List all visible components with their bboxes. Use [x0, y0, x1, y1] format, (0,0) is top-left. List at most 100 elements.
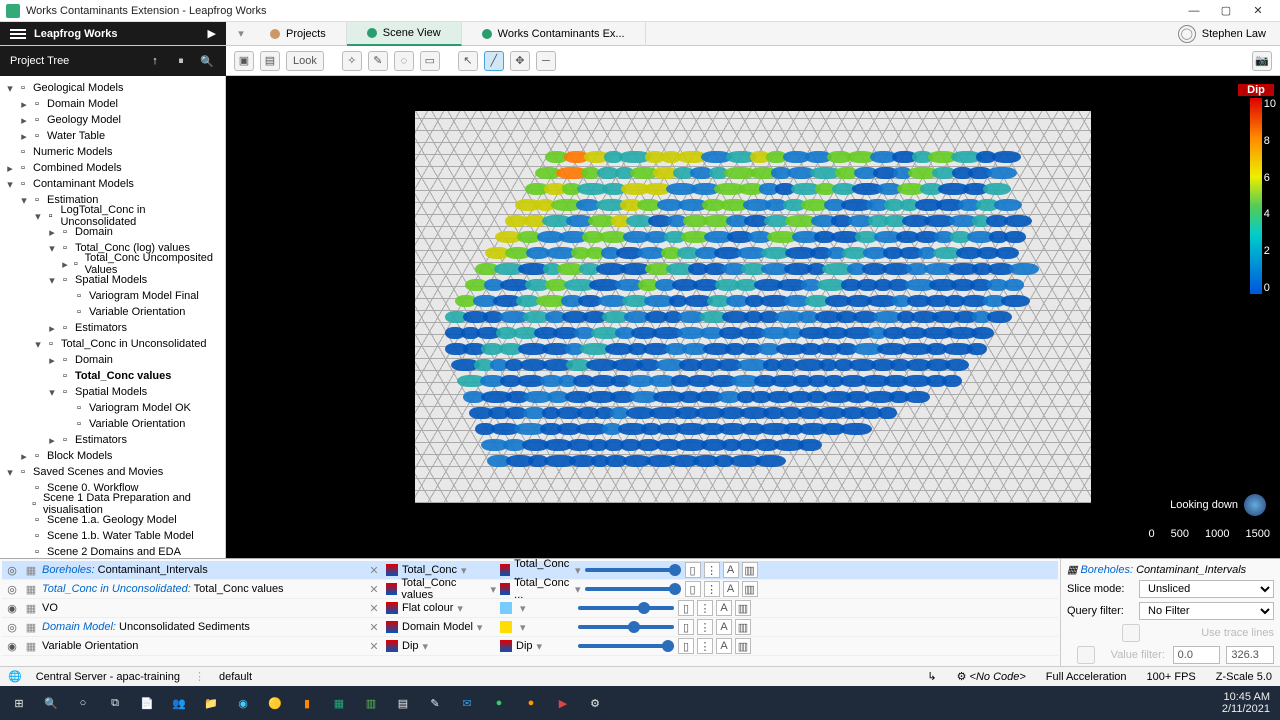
tree-node[interactable]: ▫Total_Conc values — [0, 368, 225, 384]
remove-layer-icon[interactable]: ✕ — [366, 602, 382, 615]
visibility-icon[interactable]: ◉ — [4, 640, 20, 653]
op3-icon[interactable]: A — [716, 600, 732, 616]
op4-icon[interactable]: ▥ — [735, 619, 751, 635]
tree-node[interactable]: ▸▫Water Table — [0, 128, 225, 144]
camera-icon[interactable]: 📷 — [1252, 51, 1272, 71]
arrow-icon[interactable]: ↖ — [458, 51, 478, 71]
op1-icon[interactable]: ▯ — [678, 638, 694, 654]
tree-node[interactable]: ▫Scene 1.b. Water Table Model — [0, 528, 225, 544]
tb-edge-icon[interactable]: ◉ — [228, 689, 258, 717]
op3-icon[interactable]: A — [723, 581, 739, 597]
tree-node[interactable]: ▫Numeric Models — [0, 144, 225, 160]
tb-app4-icon[interactable]: ▤ — [388, 689, 418, 717]
search-icon[interactable]: 🔍 — [198, 52, 216, 70]
tree-node[interactable]: ▾▫LogTotal_Conc in Unconsolidated — [0, 208, 225, 224]
visibility-icon[interactable]: ◉ — [4, 602, 20, 615]
tb-app1-icon[interactable]: 📄 — [132, 689, 162, 717]
status-zscale[interactable]: Z-Scale 5.0 — [1216, 671, 1272, 683]
chevron-down-icon[interactable]: ▾ — [232, 27, 250, 40]
op1-icon[interactable]: ▯ — [678, 619, 694, 635]
taskbar-clock[interactable]: 10:45 AM2/11/2021 — [1222, 691, 1276, 715]
tb-app2-icon[interactable]: ▮ — [292, 689, 322, 717]
tree-node[interactable]: ▸▫Estimators — [0, 432, 225, 448]
op2-icon[interactable]: ⋮ — [697, 600, 713, 616]
tree-node[interactable]: ▸▫Block Models — [0, 448, 225, 464]
tb-ppt-icon[interactable]: ▶ — [548, 689, 578, 717]
tab-contaminants[interactable]: Works Contaminants Ex... — [462, 22, 646, 46]
layer-row[interactable]: ◎▦Total_Conc in Unconsolidated: Total_Co… — [2, 580, 1058, 599]
tree-node[interactable]: ▸▫Estimators — [0, 320, 225, 336]
close-button[interactable]: ✕ — [1242, 1, 1274, 21]
remove-layer-icon[interactable]: ✕ — [366, 621, 382, 634]
visibility-icon[interactable]: ◎ — [4, 564, 20, 577]
line-icon[interactable]: ─ — [536, 51, 556, 71]
opacity-slider[interactable] — [578, 625, 674, 629]
opacity-slider[interactable] — [585, 587, 681, 591]
remove-layer-icon[interactable]: ✕ — [366, 564, 382, 577]
opacity-slider[interactable] — [578, 606, 674, 610]
tree-node[interactable]: ▫Variable Orientation — [0, 416, 225, 432]
tb-explorer-icon[interactable]: 📁 — [196, 689, 226, 717]
tree-node[interactable]: ▾▫Saved Scenes and Movies — [0, 464, 225, 480]
tb-app6-icon[interactable]: ● — [484, 689, 514, 717]
layer-row[interactable]: ◎▦Domain Model: Unconsolidated Sediments… — [2, 618, 1058, 637]
tb-app5-icon[interactable]: ✎ — [420, 689, 450, 717]
tb-app7-icon[interactable]: ● — [516, 689, 546, 717]
op2-icon[interactable]: ⋮ — [704, 581, 720, 597]
op4-icon[interactable]: ▥ — [742, 581, 758, 597]
op3-icon[interactable]: A — [716, 638, 732, 654]
viewport-3d[interactable]: Dip 1086420 Looking down 050010001500 — [226, 76, 1280, 558]
compass[interactable]: Looking down — [1170, 494, 1266, 516]
tree-node[interactable]: ▾▫Spatial Models — [0, 384, 225, 400]
menu-icon[interactable] — [10, 29, 26, 39]
layer-row[interactable]: ◉▦VO✕Flat colour▾▾▯⋮A▥ — [2, 599, 1058, 618]
tree-node[interactable]: ▸▫Geology Model — [0, 112, 225, 128]
search-tb-icon[interactable]: 🔍 — [36, 689, 66, 717]
slice-mode-select[interactable]: Unsliced — [1139, 580, 1274, 598]
windows-taskbar[interactable]: ⊞ 🔍 ○ ⧉ 📄 👥 📁 ◉ 🟡 ▮ ▦ ▥ ▤ ✎ ✉ ● ● ▶ ⚙ 10… — [0, 686, 1280, 720]
tree-node[interactable]: ▸▫Total_Conc Uncomposited Values — [0, 256, 225, 272]
op3-icon[interactable]: A — [723, 562, 739, 578]
op2-icon[interactable]: ⋮ — [704, 562, 720, 578]
op2-icon[interactable]: ⋮ — [697, 619, 713, 635]
visibility-icon[interactable]: ◎ — [4, 621, 20, 634]
op1-icon[interactable]: ▯ — [685, 581, 701, 597]
start-icon[interactable]: ⊞ — [4, 689, 34, 717]
op1-icon[interactable]: ▯ — [678, 600, 694, 616]
rect-icon[interactable]: ▭ — [420, 51, 440, 71]
op1-icon[interactable]: ▯ — [685, 562, 701, 578]
op3-icon[interactable]: A — [716, 619, 732, 635]
tree-node[interactable]: ▾▫Geological Models — [0, 80, 225, 96]
tree-node[interactable]: ▫Variable Orientation — [0, 304, 225, 320]
remove-layer-icon[interactable]: ✕ — [366, 640, 382, 653]
tree-node[interactable]: ▫Scene 2 Domains and EDA — [0, 544, 225, 558]
tab-projects[interactable]: Projects — [250, 22, 347, 46]
tb-outlook-icon[interactable]: ✉ — [452, 689, 482, 717]
ruler-icon[interactable]: ╱ — [484, 51, 504, 71]
look-button[interactable]: Look — [286, 51, 324, 71]
tb-settings-icon[interactable]: ⚙ — [580, 689, 610, 717]
cursor-icon[interactable]: ✧ — [342, 51, 362, 71]
opacity-slider[interactable] — [585, 568, 681, 572]
tree-node[interactable]: ▾▫Contaminant Models — [0, 176, 225, 192]
op4-icon[interactable]: ▥ — [735, 600, 751, 616]
remove-layer-icon[interactable]: ✕ — [366, 583, 382, 596]
query-filter-select[interactable]: No Filter — [1139, 602, 1274, 620]
visibility-icon[interactable]: ◎ — [4, 583, 20, 596]
tree-node[interactable]: ▸▫Domain Model — [0, 96, 225, 112]
cortana-icon[interactable]: ○ — [68, 689, 98, 717]
tree-node[interactable]: ▸▫Domain — [0, 352, 225, 368]
tb-app3-icon[interactable]: ▥ — [356, 689, 386, 717]
tree-node[interactable]: ▾▫Total_Conc in Unconsolidated — [0, 336, 225, 352]
maximize-button[interactable]: ▢ — [1210, 1, 1242, 21]
tb-teams-icon[interactable]: 👥 — [164, 689, 194, 717]
op4-icon[interactable]: ▥ — [735, 638, 751, 654]
taskview-icon[interactable]: ⧉ — [100, 689, 130, 717]
tb-excel-icon[interactable]: ▦ — [324, 689, 354, 717]
screen-icon[interactable]: ▣ — [234, 51, 254, 71]
pencil-icon[interactable]: ✎ — [368, 51, 388, 71]
layer-list[interactable]: ◎▦Boreholes: Contaminant_Intervals✕Total… — [0, 559, 1060, 666]
op2-icon[interactable]: ⋮ — [697, 638, 713, 654]
screen2-icon[interactable]: ▤ — [260, 51, 280, 71]
layer-row[interactable]: ◉▦Variable Orientation✕Dip▾Dip▾▯⋮A▥ — [2, 637, 1058, 656]
